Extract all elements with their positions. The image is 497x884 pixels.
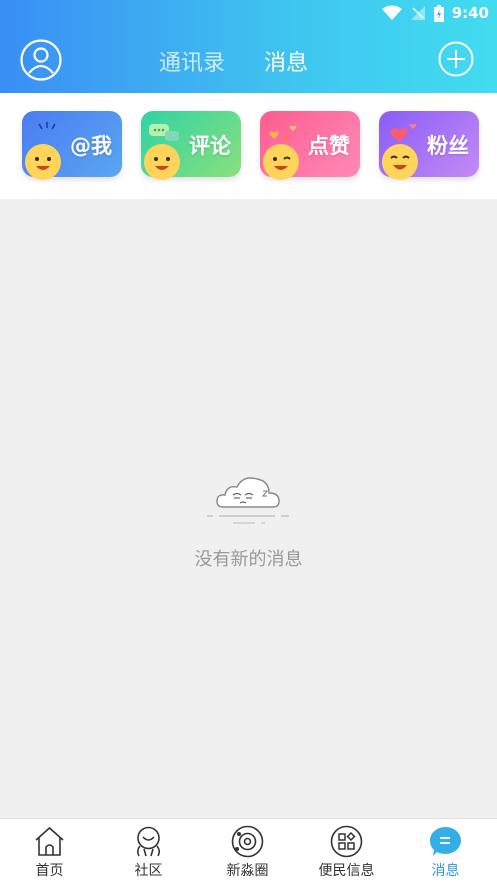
tab-messages[interactable]: 消息 [264,45,308,77]
quick-actions: @我 评论 点赞 粉丝 [0,93,497,199]
comment-emoji-icon [144,144,180,180]
empty-state-text: 没有新的消息 [194,549,303,570]
mention-label: @我 [70,134,112,158]
nav-community-label: 社区 [134,863,163,879]
profile-button[interactable] [20,39,62,81]
fans-label: 粉丝 [427,134,469,158]
nav-services[interactable]: 便民信息 [297,819,396,884]
status-bar: 9:40 [0,0,497,28]
signal-icon [410,6,425,20]
fans-card[interactable]: 粉丝 [379,111,479,180]
mention-card[interactable]: @我 [22,111,122,180]
fans-emoji-icon [382,144,418,180]
message-icon [430,827,461,856]
comment-label: 评论 [189,134,231,158]
community-icon [136,826,161,857]
bottom-nav: 首页 社区 新淼圈 便民信息 消息 [0,818,497,884]
nav-messages[interactable]: 消息 [396,819,495,884]
nav-services-label: 便民信息 [318,863,375,879]
sleepy-cloud-icon [207,477,289,524]
message-list: 没有新的消息 [0,199,497,818]
nav-home[interactable]: 首页 [0,819,99,884]
like-card[interactable]: 点赞 [260,111,360,180]
add-button[interactable] [438,41,474,77]
top-nav: 通讯录 消息 [0,28,497,93]
mention-emoji-icon [25,144,61,180]
home-icon [35,826,64,856]
wifi-icon [381,5,402,20]
header: 9:40 通讯录 消息 [0,0,497,93]
apps-icon [330,825,363,858]
nav-community[interactable]: 社区 [99,819,198,884]
nav-circle-label: 新淼圈 [226,863,269,879]
like-emoji-icon [263,144,299,180]
user-avatar-icon [20,39,62,81]
status-time: 9:40 [451,4,489,22]
nav-circle[interactable]: 新淼圈 [198,819,297,884]
comment-card[interactable]: 评论 [141,111,241,180]
tab-contacts[interactable]: 通讯录 [159,45,225,77]
like-label: 点赞 [308,134,350,158]
battery-icon [433,4,444,22]
circle-icon [231,825,264,858]
add-circle-icon [438,41,474,77]
nav-home-label: 首页 [35,863,64,879]
nav-messages-label: 消息 [431,863,460,879]
